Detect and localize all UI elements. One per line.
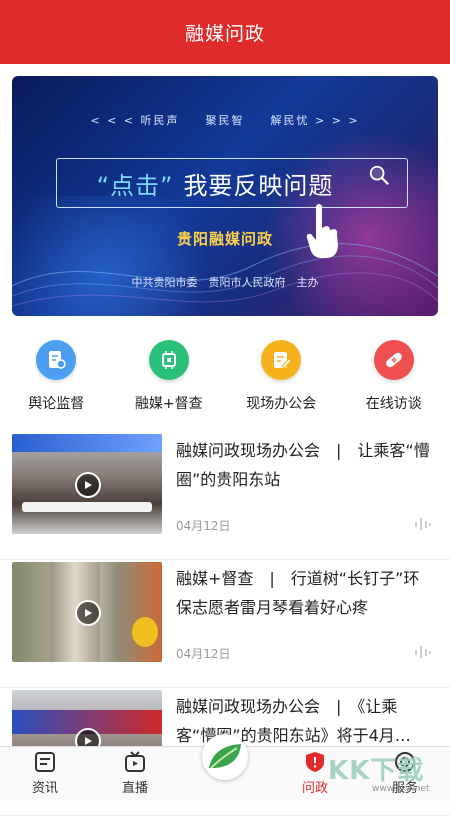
news-icon: [35, 752, 55, 772]
leaf-icon: [209, 744, 241, 769]
tab-label: 直播: [121, 781, 148, 796]
quick-link-label: 舆论监督: [28, 396, 85, 412]
quick-link-label: 在线访谈: [365, 396, 422, 412]
banner-report-problem[interactable]: < < < 听民声 聚民智 解民忧 > > > “点击” 我要反映问题 贵阳融媒…: [12, 76, 438, 316]
app-header: 融媒问政: [0, 0, 450, 64]
tab-live[interactable]: 直播: [90, 747, 180, 801]
quick-link-label: 融媒+督查: [134, 396, 203, 412]
watermark-text: KK下载: [328, 755, 425, 786]
quick-link-onsite-meeting[interactable]: 现场办公会: [231, 340, 331, 418]
tab-news[interactable]: 资讯: [0, 747, 90, 801]
banner-slogan: < < < 听民声 聚民智 解民忧 > > >: [90, 114, 360, 127]
bandage-icon: [373, 340, 414, 380]
news-date: 04月12日: [176, 647, 231, 661]
banner-sponsor: 中共贵阳市委 贵阳市人民政府 主办: [131, 276, 319, 289]
chip-icon: [148, 340, 189, 380]
document-eye-icon: [36, 340, 77, 380]
quick-link-online-interview[interactable]: 在线访谈: [344, 340, 444, 418]
shield-icon: [306, 752, 324, 772]
quick-link-public-opinion[interactable]: 舆论监督: [6, 340, 106, 418]
watermark-url: www.kkx.net: [372, 784, 430, 794]
news-thumbnail: [12, 562, 162, 662]
quick-links: 舆论监督 融媒+督查 现场办公会 在线访谈: [0, 340, 450, 418]
news-thumbnail: [12, 434, 162, 534]
cta-quote: “点击”: [96, 171, 174, 200]
report-problem-button[interactable]: “点击” 我要反映问题: [56, 158, 408, 208]
edit-note-icon: [261, 340, 302, 380]
quick-link-label: 现场办公会: [246, 396, 317, 412]
center-leaf-button[interactable]: [202, 734, 248, 780]
tv-icon: [125, 751, 145, 772]
watermark: KK下载 www.kkx.net: [328, 748, 444, 795]
page-title: 融媒问政: [184, 22, 265, 45]
news-title: 融媒问政现场办公会 | 让乘客“懵圈”的贵阳东站: [176, 441, 430, 489]
list-item[interactable]: 融媒问政现场办公会 | 让乘客“懵圈”的贵阳东站 04月12日: [0, 432, 450, 560]
audio-bars-icon: [415, 646, 431, 658]
play-icon[interactable]: [75, 600, 101, 626]
news-title: 融媒+督查 | 行道树“长钉子”环保志愿者雷月琴看着好心疼: [176, 569, 420, 617]
list-item[interactable]: 融媒+督查 | 行道树“长钉子”环保志愿者雷月琴看着好心疼 04月12日: [0, 560, 450, 688]
quick-link-supervision[interactable]: 融媒+督查: [119, 340, 219, 418]
cta-text: 我要反映问题: [183, 171, 334, 200]
play-icon[interactable]: [75, 472, 101, 498]
news-date: 04月12日: [176, 519, 231, 533]
banner-logo: 贵阳融媒问政: [176, 230, 273, 248]
tab-label: 问政: [301, 781, 328, 796]
tab-label: 资讯: [31, 781, 58, 796]
search-icon: [369, 165, 389, 185]
audio-bars-icon: [415, 518, 431, 530]
